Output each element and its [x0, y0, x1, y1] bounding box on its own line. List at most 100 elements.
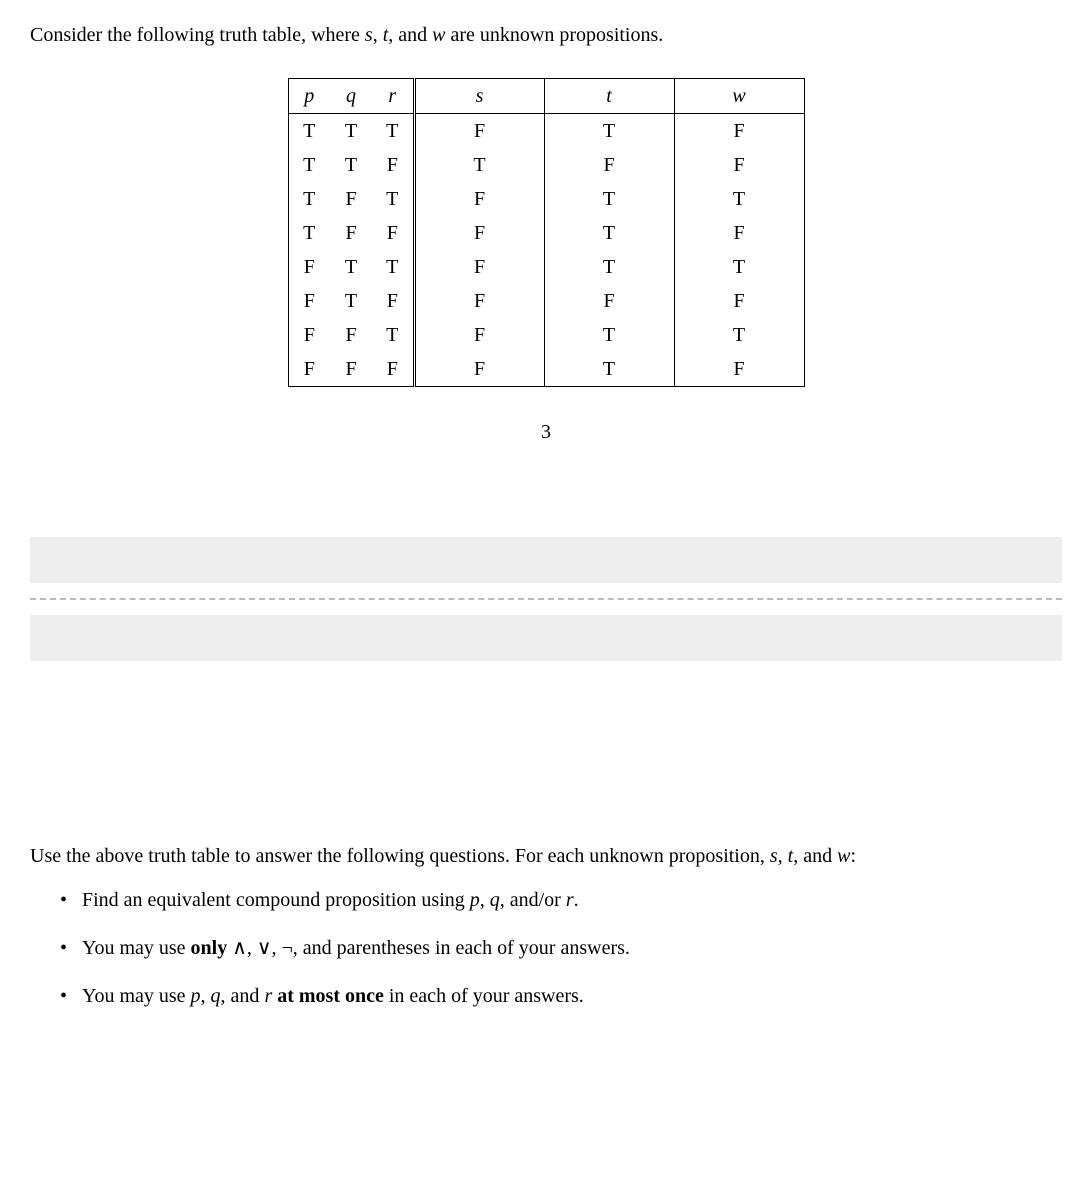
cell: T [330, 284, 372, 318]
cell: F [414, 250, 544, 284]
cell: T [674, 318, 804, 352]
cell: T [544, 352, 674, 387]
instr-p2: , [778, 845, 788, 867]
intro-part1: Consider the following truth table, wher… [30, 24, 365, 46]
b3-p1: You may use [82, 985, 191, 1007]
cell: T [674, 182, 804, 216]
cell: T [288, 114, 330, 149]
cell: F [674, 216, 804, 250]
b3-bold: at most once [277, 985, 384, 1007]
cell: F [330, 352, 372, 387]
table-row: F F F F T F [288, 352, 804, 387]
cell: T [674, 250, 804, 284]
cell: F [414, 216, 544, 250]
cell: F [674, 284, 804, 318]
cell: F [288, 318, 330, 352]
cell: T [544, 318, 674, 352]
truth-table: p q r s t w T T T F T F T T F T F F T F … [288, 78, 805, 387]
cell: T [288, 148, 330, 182]
header-t: t [544, 79, 674, 114]
instr-p3: , and [793, 845, 837, 867]
b3-v1: p [191, 985, 201, 1007]
instr-var-w: w [837, 845, 850, 867]
cell: T [372, 182, 414, 216]
table-row: F F T F T T [288, 318, 804, 352]
cell: F [544, 148, 674, 182]
cell: F [414, 352, 544, 387]
cell: T [544, 182, 674, 216]
header-r: r [372, 79, 414, 114]
divider-band-bottom [30, 615, 1062, 661]
cell: F [674, 148, 804, 182]
b2-bold: only [191, 937, 228, 959]
cell: T [544, 114, 674, 149]
b1-v1: p [470, 889, 480, 911]
cell: T [372, 250, 414, 284]
cell: F [372, 216, 414, 250]
cell: F [414, 318, 544, 352]
b1-p4: . [574, 889, 579, 911]
b3-p2: , [201, 985, 211, 1007]
cell: T [414, 148, 544, 182]
instruction-text: Use the above truth table to answer the … [30, 841, 1062, 871]
intro-part2: , [373, 24, 383, 46]
cell: T [330, 250, 372, 284]
instr-p1: Use the above truth table to answer the … [30, 845, 770, 867]
header-w: w [674, 79, 804, 114]
table-row: T T F T F F [288, 148, 804, 182]
intro-text: Consider the following truth table, wher… [30, 20, 1062, 50]
intro-part4: are unknown propositions. [446, 24, 664, 46]
bullet-list: Find an equivalent compound proposition … [30, 885, 1062, 1011]
bullet-item-3: You may use p, q, and r at most once in … [60, 981, 1062, 1011]
bullet-item-2: You may use only ∧, ∨, ¬, and parenthese… [60, 933, 1062, 963]
header-q: q [330, 79, 372, 114]
cell: T [330, 148, 372, 182]
header-s: s [414, 79, 544, 114]
truth-table-wrapper: p q r s t w T T T F T F T T F T F F T F … [30, 78, 1062, 387]
b3-p5: in each of your answers. [384, 985, 584, 1007]
intro-var-w: w [432, 24, 445, 46]
cell: F [330, 216, 372, 250]
b3-v2: q [211, 985, 221, 1007]
cell: F [372, 148, 414, 182]
cell: F [288, 284, 330, 318]
divider-dashed [30, 598, 1062, 600]
cell: F [414, 182, 544, 216]
header-p: p [288, 79, 330, 114]
table-row: T T T F T F [288, 114, 804, 149]
cell: F [288, 250, 330, 284]
b1-v2: q [490, 889, 500, 911]
cell: F [288, 352, 330, 387]
intro-part3: , and [388, 24, 432, 46]
cell: T [288, 182, 330, 216]
cell: T [544, 250, 674, 284]
intro-var-s: s [365, 24, 373, 46]
page-divider [30, 537, 1062, 661]
table-row: F T F F F F [288, 284, 804, 318]
cell: T [288, 216, 330, 250]
table-row: T F F F T F [288, 216, 804, 250]
cell: F [372, 284, 414, 318]
instr-p4: : [850, 845, 856, 867]
cell: F [544, 284, 674, 318]
cell: F [330, 182, 372, 216]
cell: T [372, 114, 414, 149]
b2-p1: You may use [82, 937, 191, 959]
cell: F [372, 352, 414, 387]
cell: F [674, 114, 804, 149]
b1-p3: , and/or [500, 889, 566, 911]
cell: F [330, 318, 372, 352]
page-number: 3 [30, 417, 1062, 447]
b1-p2: , [480, 889, 490, 911]
cell: F [674, 352, 804, 387]
table-row: T F T F T T [288, 182, 804, 216]
cell: F [414, 114, 544, 149]
b3-p3: , and [221, 985, 265, 1007]
cell: T [372, 318, 414, 352]
cell: F [414, 284, 544, 318]
b1-p1: Find an equivalent compound proposition … [82, 889, 470, 911]
b2-p2: ∧, ∨, ¬, and parentheses in each of your… [227, 937, 630, 959]
instr-var-s: s [770, 845, 778, 867]
cell: T [544, 216, 674, 250]
table-header-row: p q r s t w [288, 79, 804, 114]
